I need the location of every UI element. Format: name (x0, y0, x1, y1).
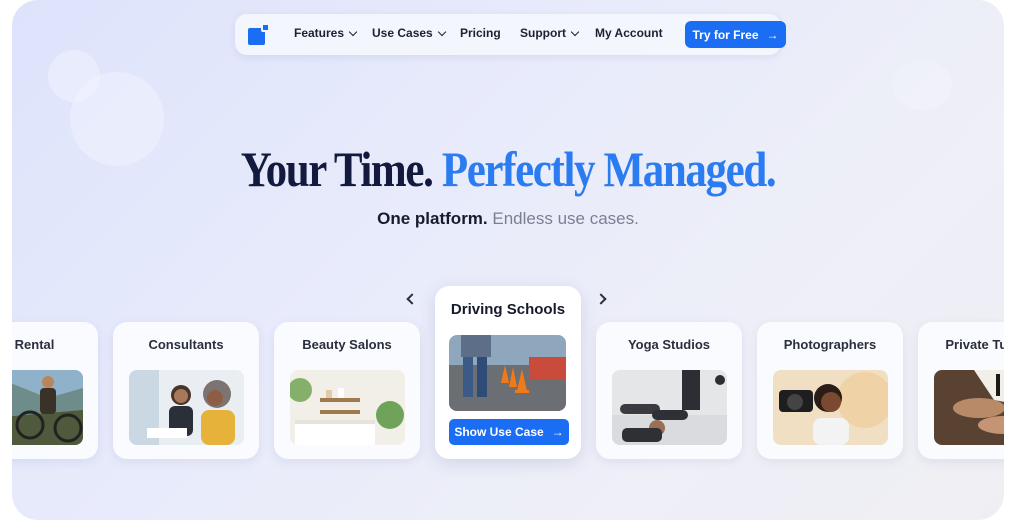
nav-use-cases-label: Use Cases (372, 26, 433, 40)
chevron-left-icon[interactable] (404, 292, 418, 306)
hero-subtitle-part1: One platform. (377, 209, 488, 228)
hero-subtitle: One platform. Endless use cases. (12, 209, 1004, 229)
use-case-card-label: Consultants (148, 337, 224, 352)
hero-title-part2: Perfectly Managed. (441, 141, 777, 197)
show-use-case-button[interactable]: Show Use Case → (449, 419, 569, 445)
hero-subtitle-part2: Endless use cases. (492, 209, 639, 228)
use-case-card-label: Private Tutor (945, 337, 1004, 352)
nav-support[interactable]: Support (520, 26, 580, 40)
top-navigation: Features Use Cases Pricing Support My Ac… (235, 14, 786, 55)
use-case-card-label: Beauty Salons (302, 337, 392, 352)
use-case-card-label: Yoga Studios (627, 337, 711, 352)
use-case-card-beauty-salons[interactable]: Beauty Salons (274, 322, 420, 459)
yoga-class-photo (612, 370, 727, 445)
arrow-right-icon: → (766, 27, 779, 42)
photographer-camera-photo (773, 370, 888, 445)
consultants-meeting-photo (129, 370, 244, 445)
nav-use-cases[interactable]: Use Cases (372, 26, 446, 40)
hero-title-part1: Your Time. (240, 141, 434, 197)
try-for-free-button[interactable]: Try for Free → (685, 21, 786, 48)
piano-lesson-photo (934, 370, 1004, 445)
nav-pricing[interactable]: Pricing (460, 26, 501, 40)
use-case-card-consultants[interactable]: Consultants (113, 322, 259, 459)
use-case-card-driving-schools[interactable]: Driving Schools Show Use Case → (435, 286, 581, 459)
use-case-card-photographers[interactable]: Photographers (757, 322, 903, 459)
nav-features-label: Features (294, 26, 345, 40)
use-case-card-yoga-studios[interactable]: Yoga Studios (596, 322, 742, 459)
use-case-card-label: Driving Schools (450, 301, 566, 318)
use-case-card-private-tutor[interactable]: Private Tutor (918, 322, 1004, 459)
mountain-bikers-photo (12, 370, 83, 445)
try-for-free-label: Try for Free (692, 27, 759, 42)
arrow-right-icon: → (551, 425, 564, 439)
salon-interior-photo (290, 370, 405, 445)
nav-my-account-label: My Account (595, 26, 663, 40)
chevron-down-icon (348, 27, 358, 36)
nav-features[interactable]: Features (294, 26, 358, 40)
chevron-down-icon (437, 27, 446, 36)
use-case-card-bike-rental[interactable]: Bike Rental (12, 322, 98, 459)
chevron-right-icon[interactable] (595, 292, 610, 306)
chevron-down-icon (570, 27, 580, 36)
traffic-cones-photo (449, 335, 566, 411)
use-case-card-label: Bike Rental (12, 337, 55, 352)
use-case-card-label: Photographers (783, 337, 877, 352)
nav-pricing-label: Pricing (460, 26, 501, 40)
decorative-bubble (892, 60, 952, 110)
page-background: Features Use Cases Pricing Support My Ac… (12, 0, 1004, 520)
show-use-case-label: Show Use Case (454, 425, 544, 439)
logo-icon[interactable] (248, 23, 270, 45)
hero-title: Your Time. Perfectly Managed. (81, 140, 934, 198)
nav-my-account[interactable]: My Account (595, 26, 663, 40)
nav-support-label: Support (520, 26, 566, 40)
